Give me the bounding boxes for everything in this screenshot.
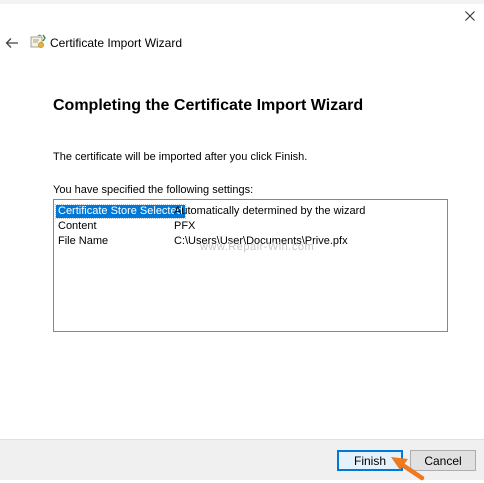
back-arrow-icon: [5, 38, 18, 48]
setting-value: PFX: [174, 219, 196, 232]
list-item[interactable]: Certificate Store Selected Automatically…: [55, 203, 447, 219]
setting-name: File Name: [58, 234, 109, 247]
setting-name: Certificate Store Selected: [55, 203, 186, 219]
setting-value: Automatically determined by the wizard: [174, 204, 366, 217]
close-icon: [465, 11, 475, 21]
watermark: www.Repair-Win.com: [200, 241, 315, 253]
certificate-icon: [30, 34, 46, 48]
finish-button[interactable]: Finish: [337, 450, 403, 471]
settings-list[interactable]: Certificate Store Selected Automatically…: [53, 199, 448, 332]
description-text: The certificate will be imported after y…: [53, 151, 308, 163]
close-button[interactable]: [456, 4, 484, 28]
setting-name: Content: [58, 219, 97, 232]
settings-label: You have specified the following setting…: [53, 184, 254, 196]
window-title: Certificate Import Wizard: [50, 36, 183, 50]
cancel-button[interactable]: Cancel: [410, 450, 476, 471]
page-heading: Completing the Certificate Import Wizard: [53, 97, 364, 114]
back-button[interactable]: [2, 33, 22, 53]
list-item[interactable]: Content PFX: [58, 218, 447, 233]
title-bar: [0, 0, 484, 4]
